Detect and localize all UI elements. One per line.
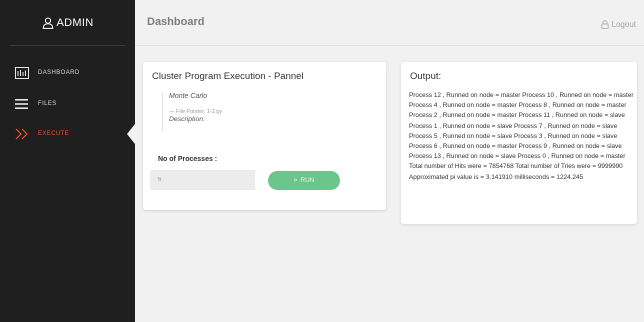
output-text: Process 12 , Runned on node = master Pro…	[409, 92, 634, 181]
page-title: Dashboard	[147, 16, 205, 28]
user-icon	[42, 17, 53, 29]
dashboard-icon	[15, 67, 29, 79]
chevron-right-icon: »	[293, 177, 298, 184]
sidebar-item-dashboard[interactable]: DASHBOARD	[0, 63, 135, 83]
sidebar-divider	[10, 45, 125, 46]
program-name: Monte Carlo	[169, 93, 208, 100]
description-label: Description:	[169, 116, 205, 123]
sidebar-item-label: EXECUTE	[38, 131, 70, 137]
brand[interactable]: ADMIN	[0, 0, 135, 46]
output-panel: Output: Process 12 , Runned on node = ma…	[401, 62, 637, 224]
processes-label: No of Processes :	[158, 156, 218, 163]
output-title: Output:	[410, 71, 442, 82]
logout-label: Logout	[611, 20, 636, 29]
lock-icon	[600, 20, 609, 29]
sidebar-item-label: FILES	[38, 101, 57, 107]
sidebar-item-label: DASHBOARD	[38, 70, 80, 76]
hamburger-icon	[15, 98, 29, 110]
run-label: RUN	[300, 177, 315, 184]
panel-title: Cluster Program Execution - Pannel	[152, 71, 304, 82]
active-indicator	[127, 124, 135, 144]
sidebar-item-execute[interactable]: EXECUTE	[0, 124, 135, 144]
brand-label: ADMIN	[56, 17, 94, 29]
logout-button[interactable]: Logout	[600, 20, 636, 29]
processes-input[interactable]	[150, 170, 255, 190]
sidebar: ADMIN DASHBOARD FILES EXECUTE	[0, 0, 135, 322]
file-pointer: — File Pointer: 1-2.py	[169, 109, 223, 115]
execution-panel: Cluster Program Execution - Pannel Monte…	[143, 62, 386, 210]
header: Dashboard Logout	[135, 0, 644, 46]
double-chevron-icon	[15, 128, 29, 140]
program-info: Monte Carlo — File Pointer: 1-2.py Descr…	[162, 93, 362, 131]
sidebar-item-files[interactable]: FILES	[0, 94, 135, 114]
run-button[interactable]: » RUN	[268, 171, 340, 190]
